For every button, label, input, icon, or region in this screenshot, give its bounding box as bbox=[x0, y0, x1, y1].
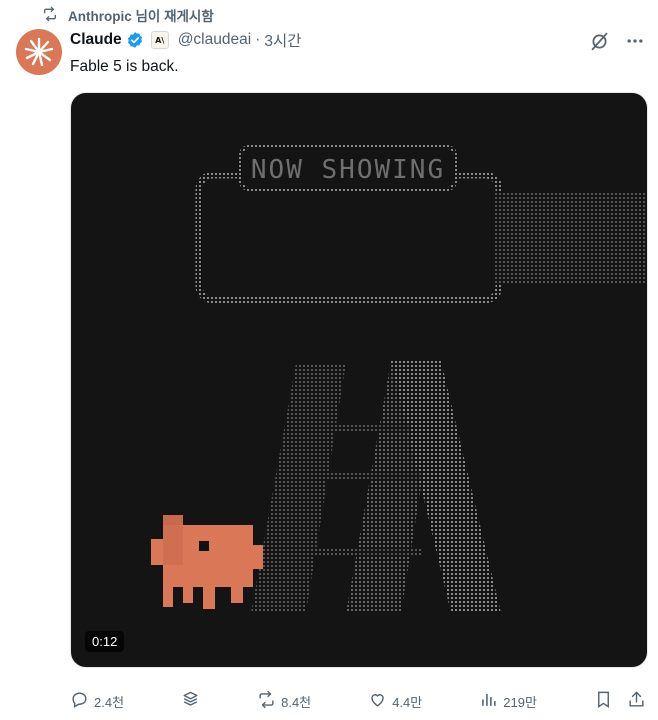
share-button[interactable] bbox=[627, 690, 646, 712]
logo-structure bbox=[251, 361, 501, 613]
affiliation-badge[interactable]: A\ bbox=[150, 31, 169, 49]
tweet-actions: 2.4천 8.4천 4.4만 219만 bbox=[70, 688, 646, 714]
repost-button[interactable]: 8.4천 bbox=[257, 690, 311, 712]
repost-indicator[interactable]: Anthropic 님이 재게시함 bbox=[42, 6, 214, 24]
reply-count: 2.4천 bbox=[94, 694, 125, 710]
repost-icon bbox=[257, 690, 276, 712]
repost-count: 8.4천 bbox=[281, 694, 312, 710]
like-icon bbox=[368, 690, 387, 712]
layers-button[interactable] bbox=[181, 690, 200, 712]
pixel-creature bbox=[151, 515, 263, 609]
secondary-actions bbox=[594, 690, 646, 712]
views-button[interactable]: 219만 bbox=[479, 690, 537, 712]
bookmark-button[interactable] bbox=[594, 690, 613, 712]
more-icon[interactable] bbox=[624, 30, 646, 52]
like-button[interactable]: 4.4만 bbox=[368, 690, 422, 712]
like-count: 4.4만 bbox=[392, 694, 423, 710]
marquee-text: NOW SHOWING bbox=[251, 155, 445, 185]
tweet-top-actions bbox=[588, 30, 646, 52]
tweet-header: Claude A\ @claudeai · 3시간 bbox=[70, 30, 301, 50]
repost-label: Anthropic 님이 재게시함 bbox=[68, 9, 214, 24]
video-duration: 0:12 bbox=[85, 631, 125, 652]
video-frame: NOW SHOWING bbox=[151, 145, 647, 613]
layers-icon bbox=[181, 690, 200, 712]
grok-icon[interactable] bbox=[588, 30, 610, 52]
share-icon bbox=[627, 690, 646, 712]
avatar[interactable] bbox=[16, 29, 62, 75]
tweet-time[interactable]: 3시간 bbox=[264, 29, 301, 51]
claude-logo-icon bbox=[24, 37, 54, 67]
verified-icon[interactable] bbox=[126, 31, 144, 49]
video-player[interactable]: NOW SHOWING 0:12 bbox=[70, 92, 648, 668]
views-icon bbox=[479, 690, 498, 712]
reply-button[interactable]: 2.4천 bbox=[70, 690, 124, 712]
repost-icon bbox=[42, 6, 58, 25]
separator: · bbox=[255, 31, 261, 48]
author-handle[interactable]: @claudeai bbox=[178, 31, 251, 49]
bookmark-icon bbox=[594, 690, 613, 712]
author-name[interactable]: Claude bbox=[70, 31, 122, 49]
tweet-text: Fable 5 is back. bbox=[70, 58, 179, 75]
views-count: 219만 bbox=[503, 694, 537, 710]
reply-icon bbox=[70, 690, 89, 712]
